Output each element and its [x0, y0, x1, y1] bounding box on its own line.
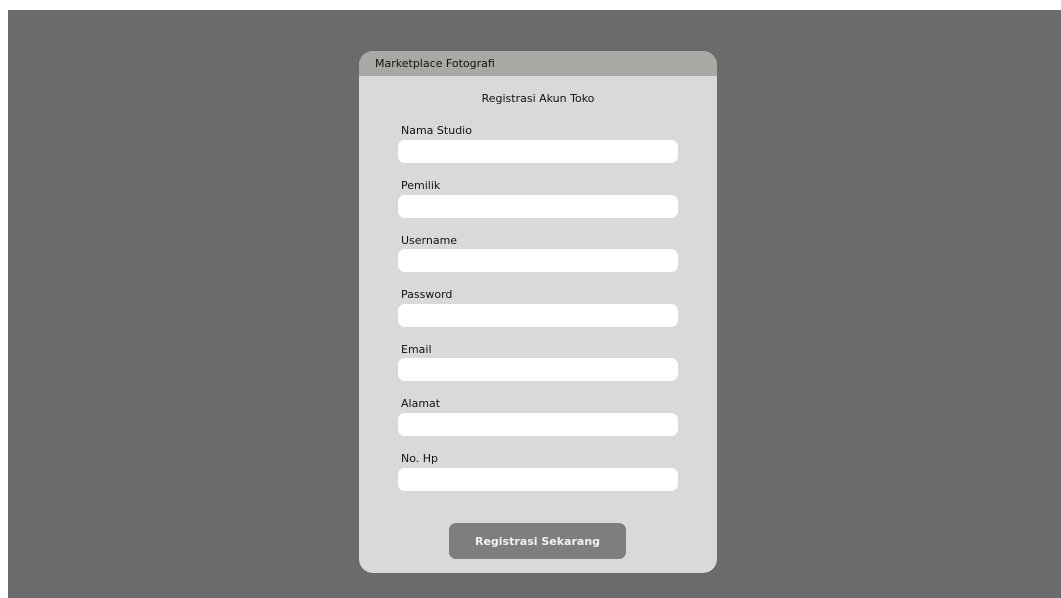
email-label: Email [401, 343, 432, 356]
phone-input[interactable] [398, 468, 678, 491]
email-input[interactable] [398, 358, 678, 381]
modal-header: Marketplace Fotografi [359, 51, 717, 76]
username-label: Username [401, 234, 458, 247]
page-backdrop: HE GE Marketplace Fotografi Registrasi A… [8, 10, 1061, 598]
phone-label: No. Hp [401, 452, 439, 465]
registration-modal: Marketplace Fotografi Registrasi Akun To… [359, 51, 717, 573]
password-input[interactable] [398, 304, 678, 327]
username-input[interactable] [398, 249, 678, 272]
address-label: Alamat [401, 397, 441, 410]
register-now-button[interactable]: Registrasi Sekarang [449, 523, 626, 559]
owner-input[interactable] [398, 195, 678, 218]
modal-title: Marketplace Fotografi [375, 57, 495, 70]
address-input[interactable] [398, 413, 678, 436]
form-title: Registrasi Akun Toko [481, 92, 595, 105]
studio-name-label: Nama Studio [401, 124, 472, 137]
studio-name-input[interactable] [398, 140, 678, 163]
password-label: Password [401, 288, 453, 301]
owner-label: Pemilik [401, 179, 441, 192]
